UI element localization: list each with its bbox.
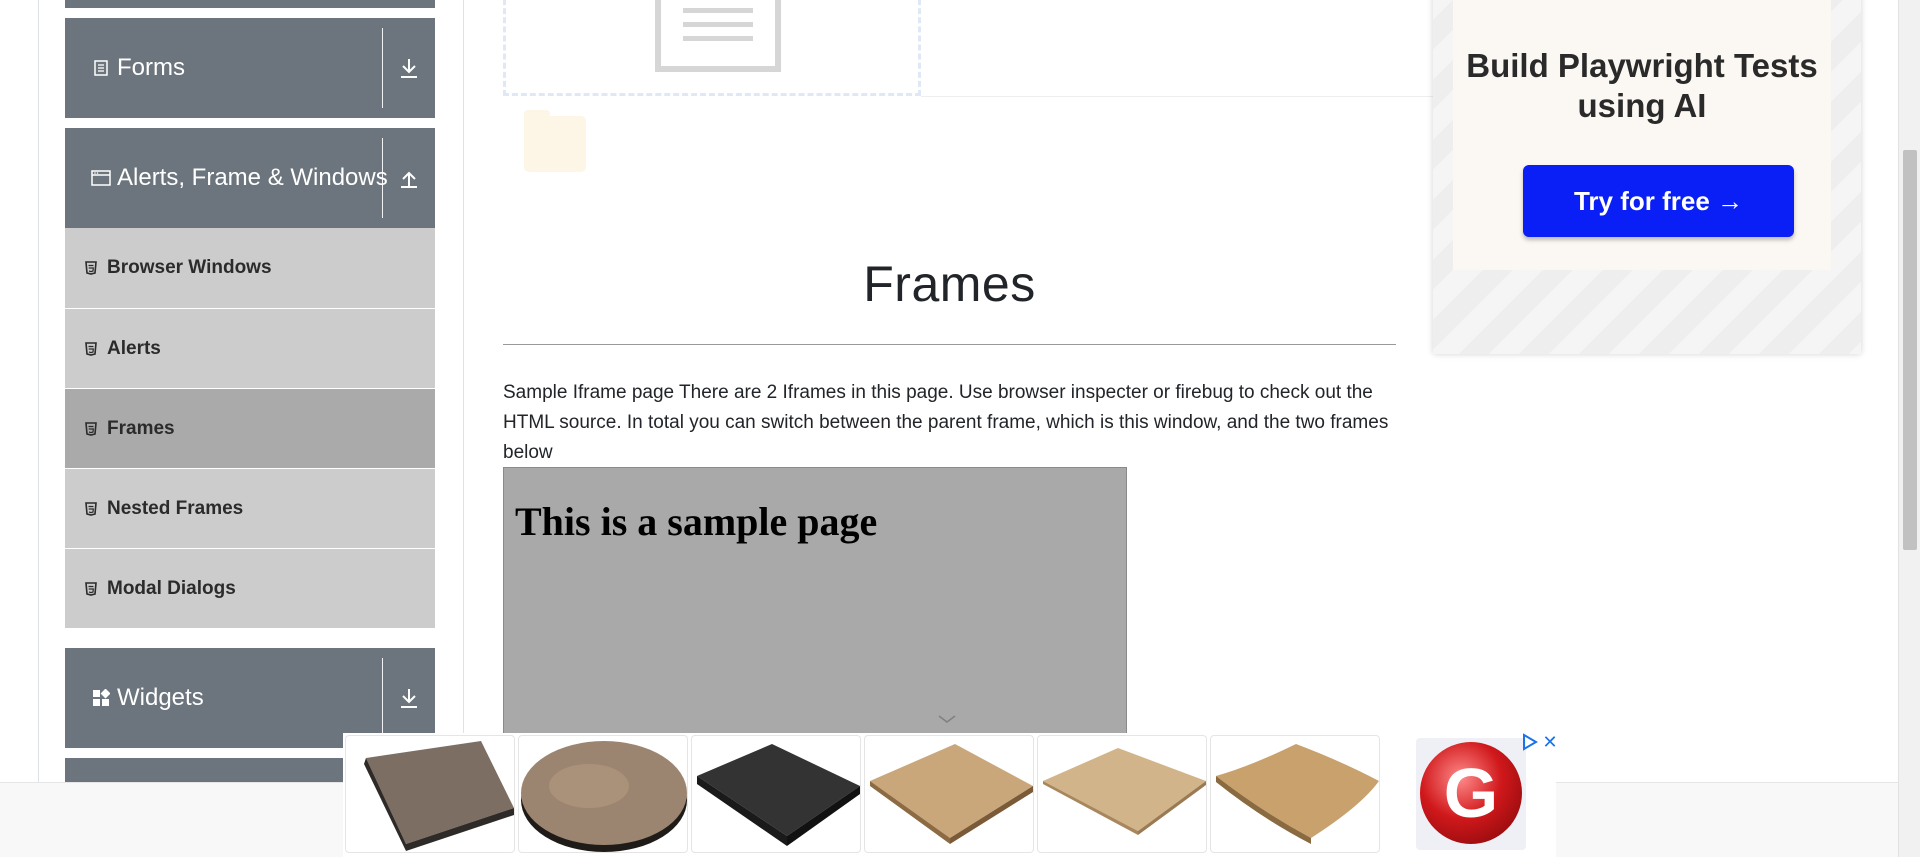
separator bbox=[382, 138, 383, 218]
product-tile[interactable] bbox=[1037, 735, 1207, 853]
scrollbar-thumb[interactable] bbox=[1903, 150, 1917, 550]
try-for-free-button[interactable]: Try for free → bbox=[1523, 165, 1794, 237]
sidebar-item-label: Modal Dialogs bbox=[107, 577, 236, 599]
folder-icon bbox=[524, 110, 586, 172]
iframe-heading: This is a sample page bbox=[515, 499, 878, 544]
sidebar-item-label: Nested Frames bbox=[107, 497, 244, 519]
layout-divider bbox=[463, 0, 464, 857]
sidebar-item-alerts[interactable]: Alerts bbox=[65, 308, 435, 388]
html5-icon bbox=[83, 421, 99, 437]
html5-icon bbox=[83, 581, 99, 597]
separator bbox=[382, 658, 383, 738]
ad-close-button[interactable]: ✕ bbox=[1541, 733, 1559, 751]
window-icon bbox=[87, 170, 115, 186]
layout-divider bbox=[38, 0, 39, 857]
html5-icon bbox=[83, 341, 99, 357]
ad-title: Build Playwright Tests using AI bbox=[1466, 47, 1818, 124]
sidebar-group-title: Alerts, Frame & Windows bbox=[117, 164, 388, 191]
sidebar: Forms Alerts, Frame & Windows Browser Wi… bbox=[65, 0, 435, 808]
html5-icon bbox=[83, 260, 99, 276]
advertisement-right[interactable]: Build Playwright Tests using AI Try for … bbox=[1433, 0, 1861, 354]
sidebar-item-label: Alerts bbox=[107, 337, 161, 359]
sidebar-item-modal-dialogs[interactable]: Modal Dialogs bbox=[65, 548, 435, 628]
sidebar-item-label: Frames bbox=[107, 417, 175, 439]
product-tile[interactable] bbox=[864, 735, 1034, 853]
sidebar-item-label: Browser Windows bbox=[107, 257, 272, 278]
advertiser-logo[interactable]: G bbox=[1416, 738, 1526, 850]
product-tile[interactable] bbox=[1210, 735, 1380, 853]
chevron-down-icon bbox=[938, 715, 956, 723]
product-tile[interactable] bbox=[345, 735, 515, 853]
html5-icon bbox=[83, 501, 99, 517]
ad-choices-icon[interactable] bbox=[1520, 733, 1538, 751]
expand-arrow-icon[interactable] bbox=[395, 54, 423, 82]
sidebar-group-title: Forms bbox=[117, 54, 185, 81]
widgets-icon bbox=[87, 689, 115, 707]
product-tiles bbox=[345, 735, 1380, 853]
bottom-advertisement[interactable]: G ✕ bbox=[343, 733, 1559, 857]
collapse-arrow-icon[interactable] bbox=[395, 164, 423, 192]
title-divider bbox=[503, 344, 1396, 345]
sidebar-item-nested-frames[interactable]: Nested Frames bbox=[65, 468, 435, 548]
sidebar-group-forms[interactable]: Forms bbox=[65, 18, 435, 118]
ad-card: Build Playwright Tests using AI Try for … bbox=[1453, 0, 1831, 270]
frames-description: Sample Iframe page There are 2 Iframes i… bbox=[503, 382, 1389, 463]
document-icon bbox=[87, 60, 115, 76]
sidebar-group-previous[interactable] bbox=[65, 0, 435, 8]
page: Forms Alerts, Frame & Windows Browser Wi… bbox=[0, 0, 1920, 857]
sidebar-item-frames[interactable]: Frames bbox=[65, 388, 435, 468]
sidebar-group-alerts-frame-windows[interactable]: Alerts, Frame & Windows bbox=[65, 128, 435, 228]
expand-arrow-icon[interactable] bbox=[395, 684, 423, 712]
sidebar-items: Browser Windows Alerts Frames Nested Fra… bbox=[65, 228, 435, 628]
product-tile[interactable] bbox=[691, 735, 861, 853]
divider bbox=[921, 96, 1436, 97]
document-placeholder-icon bbox=[655, 0, 781, 72]
separator bbox=[382, 28, 383, 108]
page-scrollbar[interactable] bbox=[1898, 0, 1920, 857]
page-title: Frames bbox=[863, 256, 1036, 312]
product-tile[interactable] bbox=[518, 735, 688, 853]
sample-iframe[interactable]: This is a sample page bbox=[503, 467, 1127, 737]
sidebar-group-title: Widgets bbox=[117, 684, 204, 711]
sidebar-item-browser-windows[interactable]: Browser Windows bbox=[65, 228, 435, 308]
advertiser-logo-mark: G bbox=[1420, 742, 1522, 844]
